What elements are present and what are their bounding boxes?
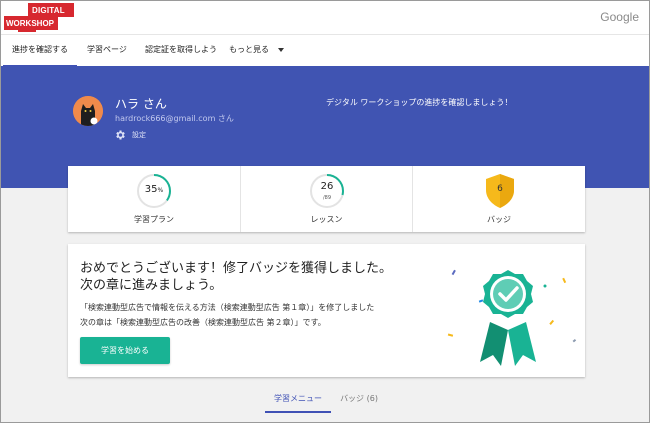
card-title-line: おめでとうございます！修了バッジを獲得しました。 xyxy=(80,261,393,276)
stat-value-number: 35 xyxy=(144,184,158,195)
gear-icon xyxy=(116,130,125,140)
stat-learning-plan[interactable]: 35% 学習プラン xyxy=(68,166,240,232)
stat-lessons[interactable]: 26 /89 レッスン xyxy=(240,166,412,232)
google-wordmark[interactable]: Google xyxy=(600,10,639,24)
card-description-line: 次の章は「検索連動型広告の改善（検索連動型広告 第２章）」です。 xyxy=(80,318,326,327)
stat-label: バッジ xyxy=(487,215,511,224)
stat-badges[interactable]: 6 バッジ xyxy=(412,166,585,232)
nav-more-label: もっと見る xyxy=(229,45,269,54)
progress-summary-card: 35% 学習プラン 26 /89 レッスン 6 バッジ xyxy=(68,166,585,232)
stat-value: 26 xyxy=(320,181,334,192)
card-description: 「検索連動型広告で情報を伝える方法（検索連動型広告 第１章）」を修了しました 次… xyxy=(80,300,420,330)
stat-value: 6 xyxy=(497,184,503,194)
tab-badges[interactable]: バッジ (6) xyxy=(339,387,379,413)
chevron-down-icon xyxy=(277,47,284,52)
hero-message: デジタル ワークショップの進捗を確認しましょう！ xyxy=(326,98,513,107)
nav-tab-learning-label: 学習ページ xyxy=(87,45,127,54)
logo-text-digital: DIGITAL xyxy=(32,6,65,15)
nav-tab-progress[interactable]: 進捗を確認する xyxy=(3,35,77,67)
card-description-line: 「検索連動型広告で情報を伝える方法（検索連動型広告 第１章）」を修了しました xyxy=(80,303,375,312)
settings-label: 設定 xyxy=(132,131,146,139)
black-cat-icon xyxy=(73,96,103,126)
avatar[interactable] xyxy=(73,96,103,126)
digital-workshop-logo[interactable]: DIGITAL WORKSHOP xyxy=(4,3,76,33)
tab-learning-menu[interactable]: 学習メニュー xyxy=(265,387,331,413)
stat-value-unit: % xyxy=(157,187,164,194)
nav-tab-certificate-label: 認定証を取得しよう xyxy=(145,45,217,54)
nav-tab-progress-label: 進捗を確認する xyxy=(12,45,68,54)
start-learning-button[interactable]: 学習を始める xyxy=(80,337,170,364)
top-bar: DIGITAL WORKSHOP Google xyxy=(1,1,649,34)
user-name: ハラ さん xyxy=(115,97,167,111)
card-title: おめでとうございます！修了バッジを獲得しました。 次の章に進みましょう。 xyxy=(80,260,420,294)
stat-subvalue: /89 xyxy=(322,195,332,201)
congratulations-card: おめでとうございます！修了バッジを獲得しました。 次の章に進みましょう。 「検索… xyxy=(68,244,585,377)
main-nav: 進捗を確認する 学習ページ 認定証を取得しよう もっと見る xyxy=(1,34,649,67)
nav-tab-learning[interactable]: 学習ページ xyxy=(87,35,127,67)
logo-text-workshop: WORKSHOP xyxy=(6,19,54,28)
card-title-line: 次の章に進みましょう。 xyxy=(80,278,223,293)
stat-label: 学習プラン xyxy=(134,215,174,224)
user-email: hardrock666@gmail.com さん xyxy=(115,114,234,123)
nav-tab-certificate[interactable]: 認定証を取得しよう xyxy=(145,35,217,67)
stat-label: レッスン xyxy=(310,215,343,224)
nav-more-menu[interactable]: もっと見る xyxy=(229,35,284,67)
stat-value: 35% xyxy=(136,184,172,195)
award-ribbon-illustration xyxy=(447,269,577,366)
content-tabs: 学習メニュー バッジ (6) xyxy=(1,387,649,417)
